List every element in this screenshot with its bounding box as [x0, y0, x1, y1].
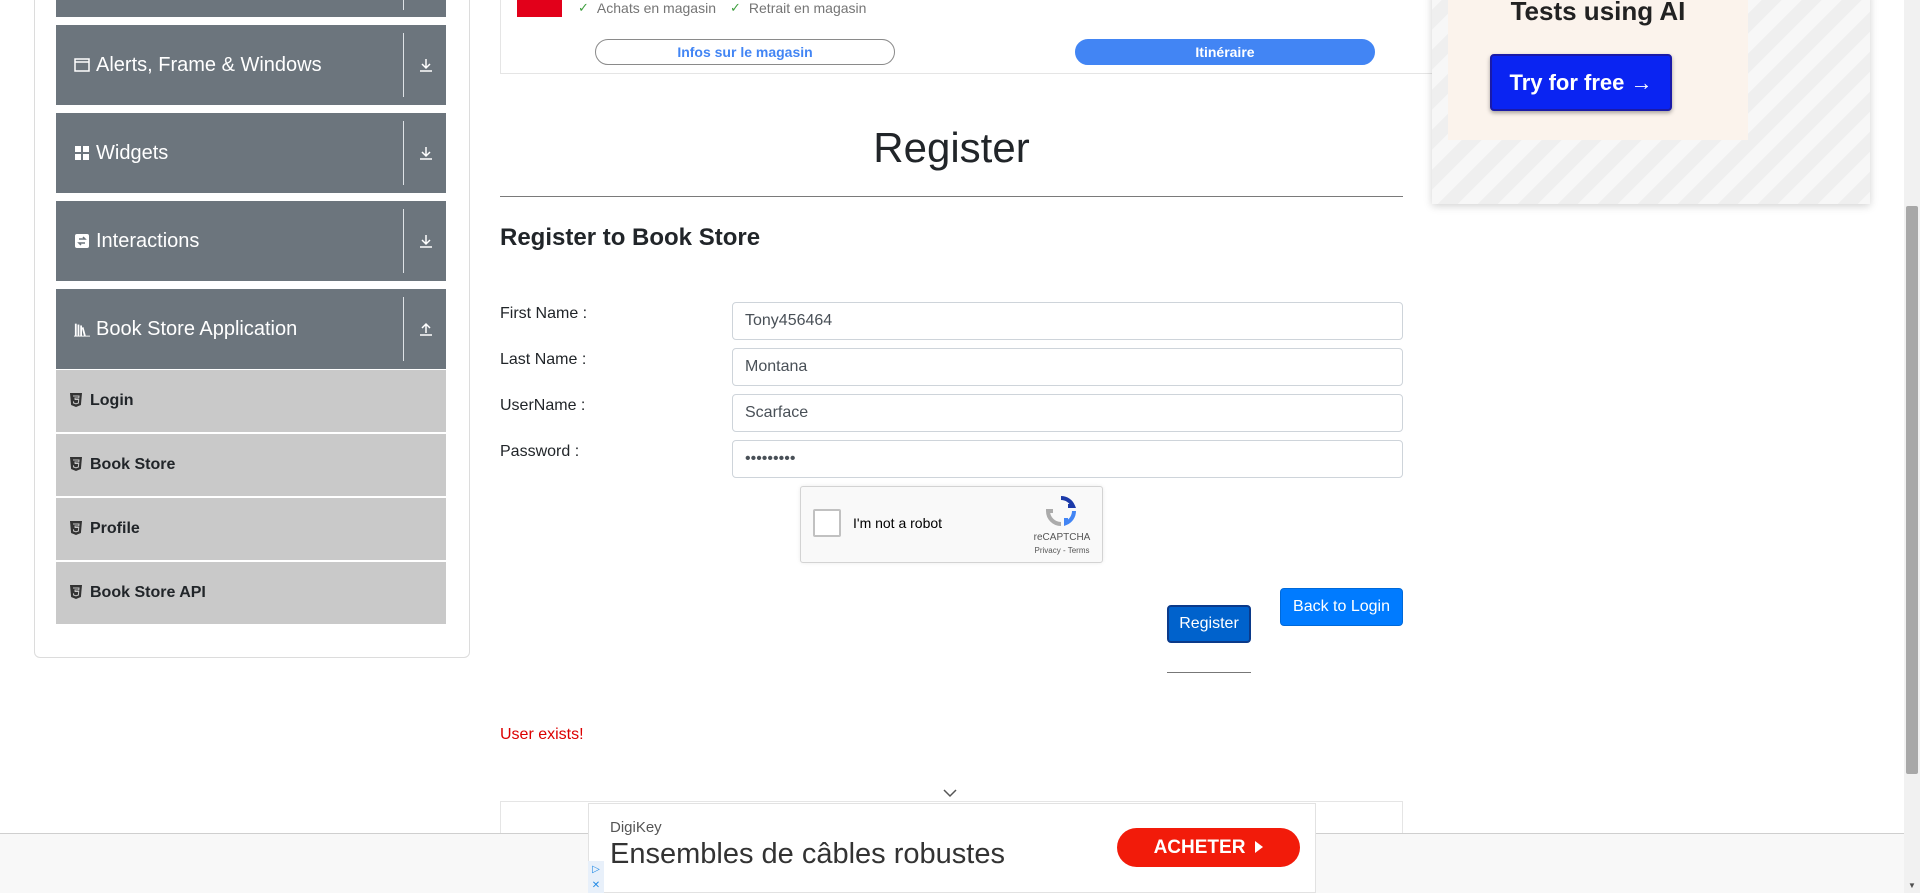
username-label: UserName :	[500, 397, 586, 414]
separator	[403, 33, 404, 97]
sidebar-group-label: Widgets	[96, 141, 169, 164]
sidebar-item-book-store-api[interactable]: Book Store API	[56, 562, 446, 624]
sidebar-item-profile[interactable]: Profile	[56, 498, 446, 560]
sidebar-group-book-store[interactable]: Book Store Application	[56, 289, 446, 369]
sidebar-item-label: Book Store API	[90, 584, 206, 601]
sidebar-group-elements-partial[interactable]	[56, 0, 446, 17]
check-icon: ✓	[730, 0, 741, 15]
form-heading: Register to Book Store	[500, 224, 761, 251]
divider	[500, 196, 1403, 197]
sidebar-group-interactions[interactable]: Interactions	[56, 201, 446, 281]
play-arrow-icon	[1255, 837, 1264, 859]
close-icon[interactable]: ✕	[588, 877, 604, 893]
scrollbar-thumb[interactable]	[1906, 206, 1918, 774]
download-icon[interactable]	[414, 229, 438, 253]
ad-choices-icon: ▷	[588, 861, 604, 877]
download-icon[interactable]	[414, 53, 438, 77]
books-icon	[74, 321, 90, 337]
download-icon[interactable]	[414, 141, 438, 165]
store-info-button[interactable]: Infos sur le magasin	[595, 39, 895, 65]
sidebar-item-login[interactable]: Login	[56, 370, 446, 432]
first-name-label: First Name :	[500, 305, 588, 322]
ad-buy-button[interactable]: ACHETER	[1117, 828, 1300, 867]
store-feature: ✓ Retrait en magasin	[730, 0, 866, 16]
html5-icon	[70, 393, 84, 409]
separator	[403, 209, 404, 273]
ad-choices[interactable]: ▷ ✕	[588, 861, 604, 893]
right-ad-title: Tests using AI	[1510, 0, 1686, 26]
sidebar-group-widgets[interactable]: Widgets	[56, 113, 446, 193]
recaptcha-brand: reCAPTCHA	[1033, 532, 1091, 543]
sidebar-item-book-store[interactable]: Book Store	[56, 434, 446, 496]
window-icon	[74, 57, 90, 73]
back-to-login-button[interactable]: Back to Login	[1280, 588, 1403, 626]
sidebar-item-label: Profile	[90, 520, 140, 537]
separator	[403, 297, 404, 361]
store-logo	[517, 0, 562, 17]
page-title: Register	[873, 124, 1030, 171]
scroll-down-arrow-icon[interactable]: ▼	[1904, 877, 1920, 893]
widgets-icon	[74, 145, 90, 161]
store-route-button[interactable]: Itinéraire	[1075, 39, 1375, 65]
sidebar-group-label: Alerts, Frame & Windows	[96, 53, 322, 76]
store-feature-label: Retrait en magasin	[748, 0, 867, 16]
register-button[interactable]: Register	[1167, 605, 1251, 643]
password-label: Password :	[500, 443, 580, 460]
html5-icon	[70, 521, 84, 537]
separator	[403, 0, 404, 10]
first-name-input[interactable]	[732, 302, 1403, 340]
sidebar-group-alerts[interactable]: Alerts, Frame & Windows	[56, 25, 446, 105]
last-name-label: Last Name :	[500, 351, 587, 368]
recaptcha-checkbox[interactable]	[813, 509, 841, 537]
try-for-free-button[interactable]: Try for free →	[1490, 54, 1672, 111]
ad-headline: Ensembles de câbles robustes	[610, 838, 1005, 870]
upload-icon[interactable]	[414, 317, 438, 341]
sidebar-item-label: Login	[90, 392, 134, 409]
html5-icon	[70, 457, 84, 473]
separator	[403, 121, 404, 185]
ad-brand: DigiKey	[610, 819, 662, 836]
last-name-input[interactable]	[732, 348, 1403, 386]
recaptcha-label: I'm not a robot	[853, 515, 943, 531]
sidebar-group-label: Interactions	[96, 229, 200, 252]
chevron-down-icon[interactable]	[942, 786, 958, 798]
sidebar-group-label: Book Store Application	[96, 317, 298, 340]
ad-buy-label: ACHETER	[1153, 836, 1246, 858]
divider	[1167, 672, 1251, 673]
interactions-icon	[74, 233, 90, 249]
error-message: User exists!	[500, 726, 584, 743]
recaptcha-links[interactable]: Privacy - Terms	[1030, 546, 1094, 555]
html5-icon	[70, 585, 84, 601]
username-input[interactable]	[732, 394, 1403, 432]
password-input[interactable]	[732, 440, 1403, 478]
recaptcha-logo-icon	[1045, 495, 1077, 527]
store-feature-label: Achats en magasin	[596, 0, 716, 16]
store-feature: ✓ Achats en magasin	[578, 0, 716, 16]
check-icon: ✓	[578, 0, 589, 15]
sidebar-item-label: Book Store	[90, 456, 176, 473]
